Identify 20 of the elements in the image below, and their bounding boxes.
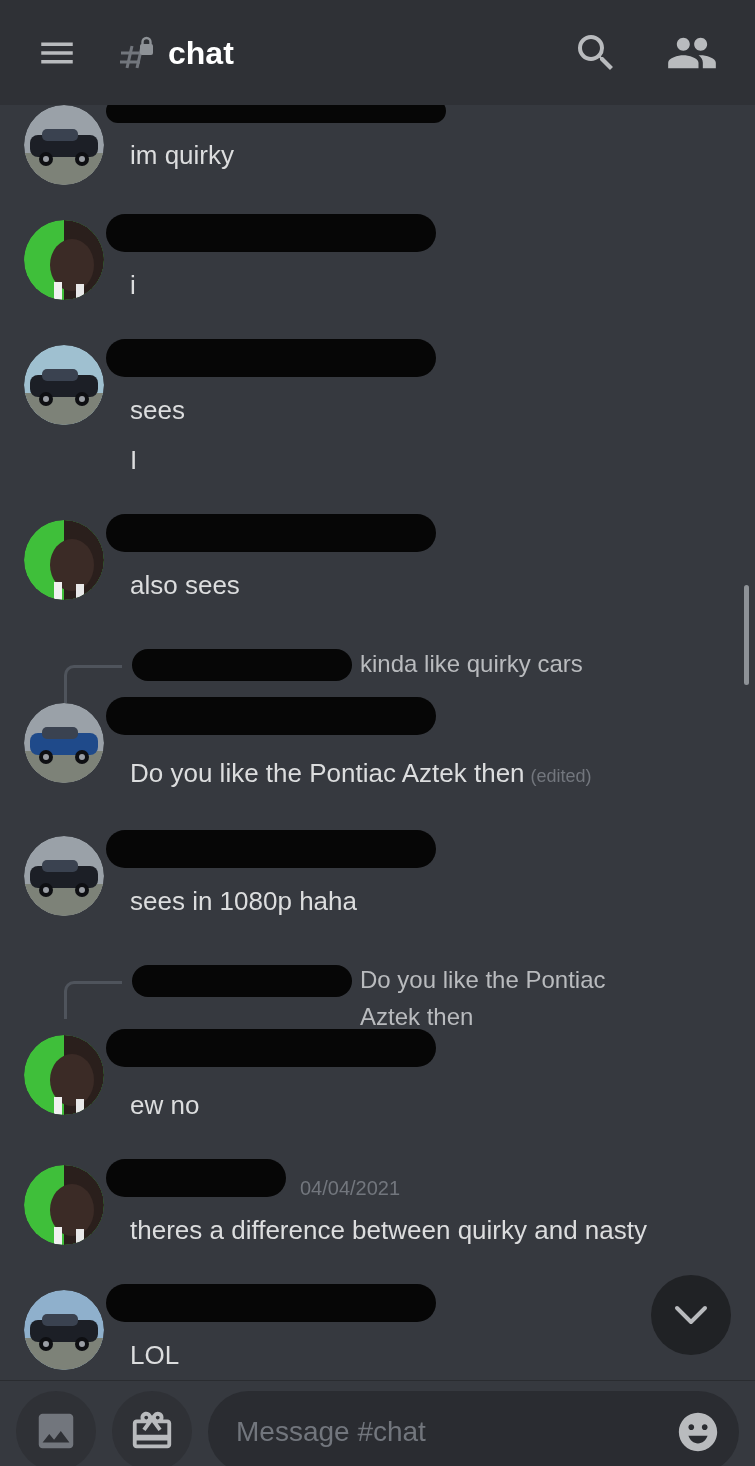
edited-label: (edited) (530, 766, 592, 786)
channel-name: chat (168, 33, 234, 73)
reply-connector (64, 981, 122, 1019)
timestamp: 04/04/2021 (300, 1176, 401, 1201)
locked-channel-icon (118, 35, 154, 70)
message-composer[interactable]: Message #chat (208, 1390, 739, 1466)
message-text: LOL (130, 1339, 180, 1372)
chevron-down-icon (674, 1305, 708, 1325)
message-text: I (130, 444, 139, 477)
message-text: theres a difference between quirky and nasty (130, 1214, 647, 1247)
reply-text: kinda like quirky cars (360, 649, 584, 679)
message-text: also sees (130, 569, 240, 602)
message-text: im quirky (130, 139, 234, 172)
message-text: sees in 1080p haha (130, 885, 357, 918)
message-text: Do you like the Pontiac Aztek then (edited) (130, 757, 592, 790)
message-text: ew no (130, 1089, 200, 1122)
scrollbar[interactable] (744, 585, 749, 685)
message-text: sees (130, 394, 185, 427)
message-text: i (130, 269, 136, 302)
reply-text: Do you like the Pontiac Aztek then (360, 965, 607, 1032)
